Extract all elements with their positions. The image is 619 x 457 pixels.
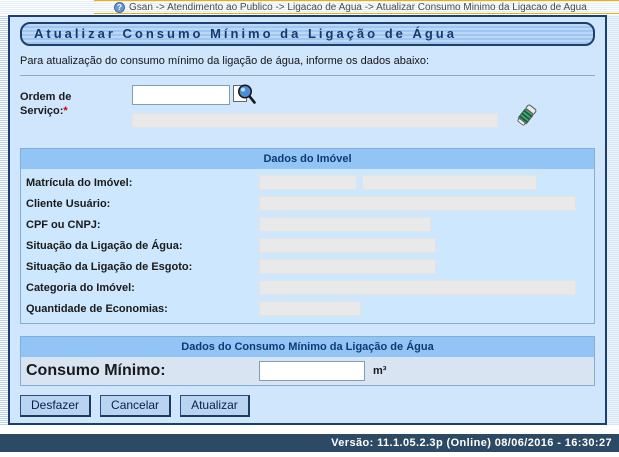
left-margin-stripes [0, 15, 8, 425]
ordem-servico-description [132, 113, 498, 128]
ordem-servico-input[interactable] [132, 85, 230, 105]
breadcrumb-bar: ? Gsan -> Atendimento ao Publico -> Liga… [0, 0, 619, 15]
row-quantidade-economias: Quantidade de Economias: [21, 298, 594, 319]
row-consumo-minimo: Consumo Mínimo: m³ [21, 357, 594, 385]
gsan-window: ? Gsan -> Atendimento ao Publico -> Liga… [0, 0, 619, 457]
row-matricula: Matrícula do Imóvel: [21, 172, 594, 193]
row-cpf-cnpj: CPF ou CNPJ: [21, 214, 594, 235]
right-margin-stripes [607, 15, 619, 425]
ordem-servico-block: Ordem de Serviço:* [20, 84, 595, 140]
search-icon[interactable] [232, 81, 257, 113]
cliente-usuario-label: Cliente Usuário: [26, 198, 259, 210]
consumo-section-title: Dados do Consumo Mínimo da Ligação de Ág… [21, 337, 594, 357]
consumo-minimo-unit: m³ [373, 365, 386, 377]
quantidade-economias-label: Quantidade de Economias: [26, 303, 259, 315]
main-frame: Atualizar Consumo Mínimo da Ligação de Á… [0, 15, 607, 425]
situacao-agua-value [259, 238, 436, 253]
matricula-label: Matrícula do Imóvel: [26, 177, 259, 189]
cliente-usuario-value [259, 196, 576, 211]
matricula-inscricao-value [362, 175, 537, 190]
footer-bar: Versão: 11.1.05.2.3p (Online) 08/06/2016… [0, 434, 619, 452]
cancelar-button[interactable]: Cancelar [100, 395, 171, 417]
cpf-cnpj-value [259, 217, 431, 232]
instruction-text: Para atualização do consumo mínimo da li… [20, 55, 595, 67]
page-title: Atualizar Consumo Mínimo da Ligação de Á… [20, 22, 595, 46]
breadcrumb-strip: ? Gsan -> Atendimento ao Publico -> Liga… [94, 0, 619, 14]
categoria-value [259, 280, 576, 295]
help-icon[interactable]: ? [114, 2, 125, 13]
eraser-icon[interactable] [514, 102, 538, 135]
consumo-section: Dados do Consumo Mínimo da Ligação de Ág… [20, 336, 595, 386]
row-cliente-usuario: Cliente Usuário: [21, 193, 594, 214]
quantidade-economias-value [259, 301, 361, 316]
cpf-cnpj-label: CPF ou CNPJ: [26, 219, 259, 231]
imovel-section: Dados do Imóvel Matrícula do Imóvel: Cli… [20, 148, 595, 324]
divider [20, 75, 595, 76]
ordem-servico-label: Ordem de Serviço:* [20, 84, 94, 118]
matricula-value [259, 175, 357, 190]
imovel-section-body: Matrícula do Imóvel: Cliente Usuário: CP… [21, 169, 594, 323]
consumo-minimo-label: Consumo Mínimo: [26, 362, 259, 380]
version-text: Versão: 11.1.05.2.3p (Online) 08/06/2016… [331, 437, 612, 449]
row-categoria: Categoria do Imóvel: [21, 277, 594, 298]
consumo-minimo-input[interactable] [259, 361, 365, 381]
atualizar-button[interactable]: Atualizar [180, 395, 250, 417]
desfazer-button[interactable]: Desfazer [20, 395, 91, 417]
situacao-agua-label: Situação da Ligação de Água: [26, 240, 259, 252]
form-content: Atualizar Consumo Mínimo da Ligação de Á… [8, 15, 607, 425]
required-marker: * [63, 105, 67, 117]
categoria-label: Categoria do Imóvel: [26, 282, 259, 294]
breadcrumb[interactable]: Gsan -> Atendimento ao Publico -> Ligaca… [129, 2, 587, 13]
button-row: Desfazer Cancelar Atualizar [20, 395, 595, 417]
situacao-esgoto-label: Situação da Ligação de Esgoto: [26, 261, 259, 273]
imovel-section-title: Dados do Imóvel [21, 149, 594, 169]
row-situacao-esgoto: Situação da Ligação de Esgoto: [21, 256, 594, 277]
row-situacao-agua: Situação da Ligação de Água: [21, 235, 594, 256]
situacao-esgoto-value [259, 259, 436, 274]
